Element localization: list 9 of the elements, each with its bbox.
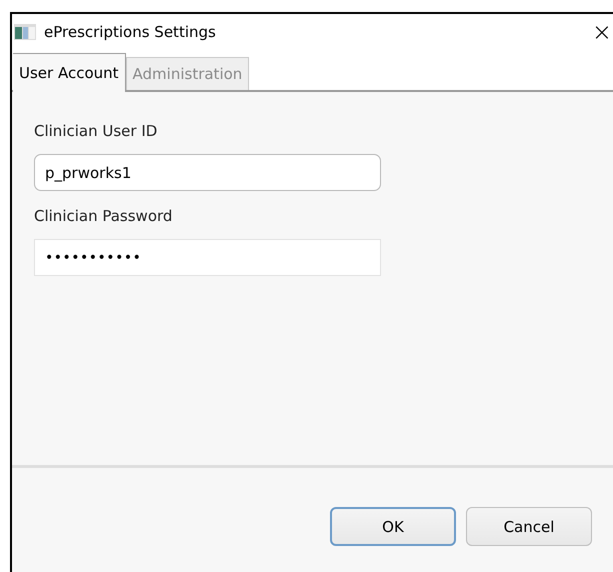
input-field[interactable]: p_prworks1 — [34, 154, 381, 191]
tab[interactable]: User Account — [13, 53, 126, 92]
field-label: Clinician User ID — [34, 122, 158, 140]
close-button[interactable]: × — [592, 20, 612, 44]
cancel-button[interactable]: Cancel — [466, 507, 592, 546]
ok-button[interactable]: OK — [330, 507, 456, 546]
window-title: ePrescriptions Settings — [44, 23, 217, 41]
password-field[interactable]: ••••••••••• — [34, 239, 381, 276]
field-label: Clinician Password — [34, 207, 174, 225]
